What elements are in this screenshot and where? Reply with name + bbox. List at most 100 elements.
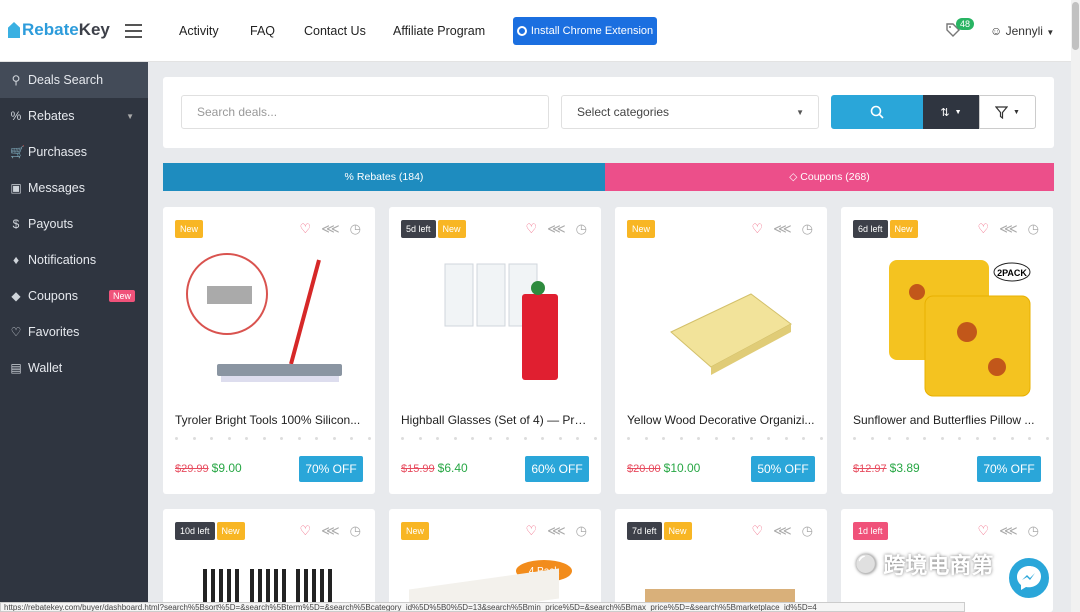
filter-button[interactable]: ▼: [979, 95, 1036, 129]
new-tag: New: [663, 522, 692, 540]
sort-icon: ⇅: [940, 106, 950, 119]
search-icon: ⚲: [11, 73, 21, 87]
nav-activity[interactable]: Activity: [179, 24, 219, 38]
nav-contact[interactable]: Contact Us: [304, 24, 366, 38]
caret-down-icon: ▼: [954, 108, 962, 116]
messenger-button[interactable]: [1006, 555, 1052, 601]
product-card[interactable]: 7d left New ♡ ⋘ ◷: [615, 509, 827, 612]
share-icon[interactable]: ⋘: [321, 221, 340, 237]
product-card[interactable]: 10d left New ♡ ⋘ ◷: [163, 509, 375, 612]
share-icon[interactable]: ⋘: [999, 221, 1018, 237]
heart-icon[interactable]: ♡: [526, 523, 538, 539]
clock-icon[interactable]: ◷: [350, 221, 361, 237]
sidebar-item-wallet[interactable]: ▤ Wallet: [0, 350, 148, 386]
sidebar-item-coupons[interactable]: ◆ Coupons New: [0, 278, 148, 314]
new-tag: New: [175, 220, 204, 238]
heart-icon[interactable]: ♡: [752, 221, 764, 237]
status-url: https://rebatekey.com/buyer/dashboard.ht…: [0, 602, 965, 612]
heart-icon[interactable]: ♡: [752, 523, 764, 539]
sale-price: $6.40: [437, 461, 468, 475]
days-left-tag: 1d left: [853, 522, 888, 540]
discount-button[interactable]: 70% OFF: [977, 456, 1041, 482]
pillow-pack-label: 2PACK: [997, 268, 1027, 278]
clock-icon[interactable]: ◷: [1028, 523, 1039, 539]
product-card[interactable]: New ♡ ⋘ ◷ Tyroler Bright Tools 100% Silico…: [163, 207, 375, 494]
product-card[interactable]: 5d left New ♡ ⋘ ◷ Highball Glasses (Set of …: [389, 207, 601, 494]
sidebar-item-messages[interactable]: ▣ Messages: [0, 170, 148, 206]
watermark: ⚪ 跨境电商第: [855, 548, 993, 580]
sidebar-item-favorites[interactable]: ♡ Favorites: [0, 314, 148, 350]
sidebar-item-notifications[interactable]: ♦ Notifications: [0, 242, 148, 278]
logo-part2: Key: [78, 20, 110, 39]
clock-icon[interactable]: ◷: [1028, 221, 1039, 237]
product-card[interactable]: New ♡ ⋘ ◷ Yellow Wood Decorative Organizi.…: [615, 207, 827, 494]
tab-coupons[interactable]: ◇ Coupons (268): [605, 163, 1054, 191]
sidebar-item-payouts[interactable]: $ Payouts: [0, 206, 148, 242]
heart-icon[interactable]: ♡: [300, 523, 312, 539]
scrollbar[interactable]: [1071, 0, 1080, 612]
clock-icon[interactable]: ◷: [802, 221, 813, 237]
discount-button[interactable]: 70% OFF: [299, 456, 363, 482]
sidebar-item-rebates[interactable]: % Rebates ▼: [0, 98, 148, 134]
discount-button[interactable]: 50% OFF: [751, 456, 815, 482]
clock-icon[interactable]: ◷: [802, 523, 813, 539]
category-select-label: Select categories: [577, 105, 670, 119]
tag-icon: ◆: [11, 289, 21, 303]
product-card[interactable]: 6d left New ♡ ⋘ ◷ 2PACK Sunflower and Butte…: [841, 207, 1053, 494]
search-input[interactable]: Search deals...: [181, 95, 549, 129]
install-extension-button[interactable]: Install Chrome Extension: [513, 17, 657, 45]
cart-icon: 🛒: [10, 145, 25, 159]
days-left-tag: 5d left: [401, 220, 436, 238]
product-image: [163, 252, 375, 402]
clock-icon[interactable]: ◷: [350, 523, 361, 539]
heart-icon[interactable]: ♡: [978, 221, 990, 237]
clock-icon[interactable]: ◷: [576, 523, 587, 539]
tab-rebates[interactable]: % Rebates (184): [163, 163, 605, 191]
clock-icon[interactable]: ◷: [576, 221, 587, 237]
product-title[interactable]: Highball Glasses (Set of 4) — Pre...: [401, 413, 591, 427]
heart-icon[interactable]: ♡: [300, 221, 312, 237]
menu-toggle-icon[interactable]: [125, 24, 142, 38]
search-button[interactable]: [831, 95, 923, 129]
product-image: 2PACK: [841, 252, 1053, 402]
caret-down-icon: ▼: [796, 107, 804, 117]
chrome-icon: [516, 26, 527, 36]
sidebar-item-label: Payouts: [28, 217, 74, 231]
percent-icon: %: [10, 109, 22, 123]
share-icon[interactable]: ⋘: [999, 523, 1018, 539]
discount-button[interactable]: 60% OFF: [525, 456, 589, 482]
product-title[interactable]: Tyroler Bright Tools 100% Silicon...: [175, 413, 365, 427]
notifications-button[interactable]: 48: [945, 18, 975, 38]
funnel-icon: [995, 105, 1009, 119]
product-title[interactable]: Yellow Wood Decorative Organizi...: [627, 413, 817, 427]
share-icon[interactable]: ⋘: [321, 523, 340, 539]
category-select[interactable]: Select categories ▼: [561, 95, 819, 129]
sort-button[interactable]: ⇅ ▼: [923, 95, 979, 129]
logo[interactable]: Rebate Key: [8, 20, 110, 40]
filter-panel: Search deals... Select categories ▼ ⇅ ▼ …: [163, 77, 1054, 148]
percent-icon: %: [344, 171, 354, 183]
user-menu[interactable]: ☺ Jennyli ▼: [990, 24, 1054, 38]
sidebar-item-purchases[interactable]: 🛒 Purchases: [0, 134, 148, 170]
sidebar: ⚲ Deals Search % Rebates ▼ 🛒 Purchases ▣ Mess…: [0, 62, 148, 612]
wallet-icon: ▤: [10, 361, 22, 375]
share-icon[interactable]: ⋘: [773, 523, 792, 539]
nav-affiliate[interactable]: Affiliate Program: [393, 24, 485, 38]
heart-icon[interactable]: ♡: [526, 221, 538, 237]
chat-bubble-icon: [1017, 566, 1041, 590]
sidebar-item-deals-search[interactable]: ⚲ Deals Search: [0, 62, 148, 98]
rating-dots: [401, 437, 597, 440]
caret-down-icon: ▼: [1013, 108, 1020, 116]
product-image: [615, 252, 827, 402]
scrollbar-thumb[interactable]: [1072, 2, 1079, 50]
days-left-tag: 10d left: [175, 522, 215, 540]
new-tag: New: [216, 522, 245, 540]
product-title[interactable]: Sunflower and Butterflies Pillow ...: [853, 413, 1043, 427]
share-icon[interactable]: ⋘: [773, 221, 792, 237]
share-icon[interactable]: ⋘: [547, 523, 566, 539]
search-icon: [870, 105, 884, 119]
share-icon[interactable]: ⋘: [547, 221, 566, 237]
product-card[interactable]: New ♡⋘◷ 4 Pack: [389, 509, 601, 612]
heart-icon[interactable]: ♡: [978, 523, 990, 539]
nav-faq[interactable]: FAQ: [250, 24, 275, 38]
